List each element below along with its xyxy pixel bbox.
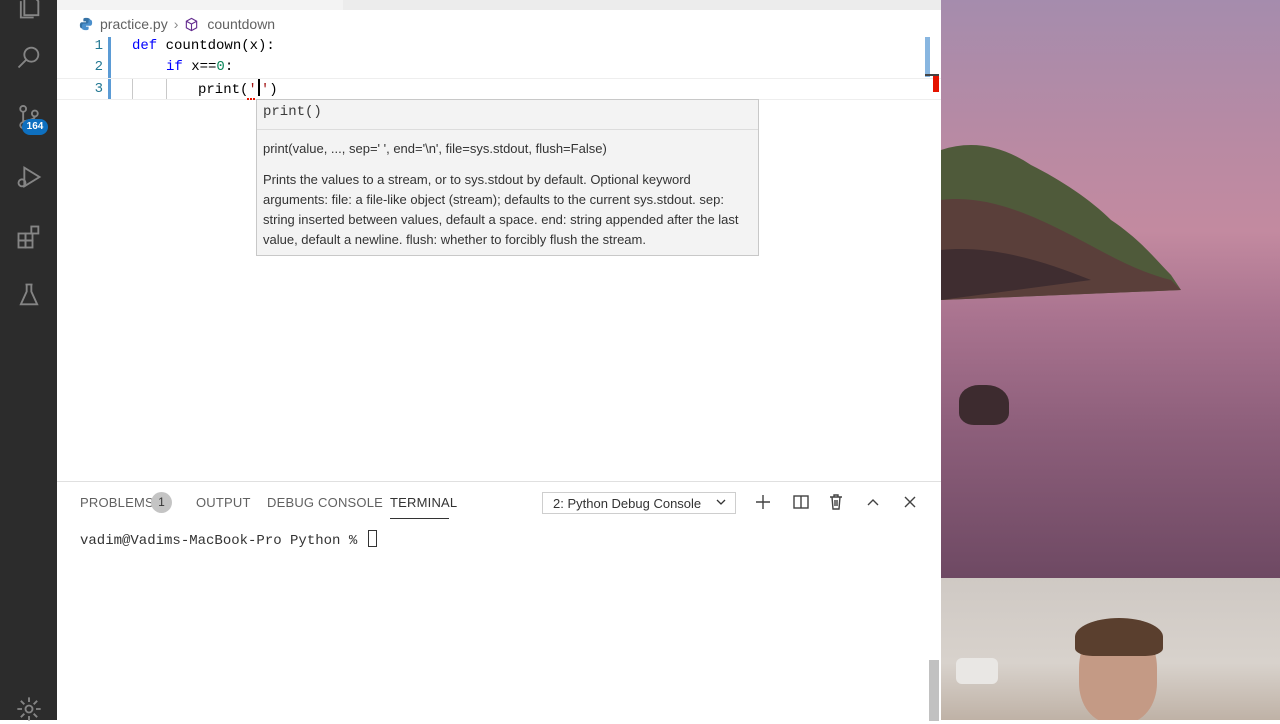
terminal-cursor <box>367 530 377 547</box>
plus-icon <box>756 495 770 509</box>
maximize-panel-button[interactable] <box>864 493 882 511</box>
error-squiggle <box>247 95 255 100</box>
symbol-method-icon <box>186 17 198 31</box>
testing-icon[interactable] <box>14 280 44 310</box>
tab-output[interactable]: OUTPUT <box>196 495 251 510</box>
presenter-hair <box>1075 618 1163 656</box>
active-tab-underline <box>390 518 449 519</box>
breadcrumb-file[interactable]: practice.py <box>100 16 168 32</box>
new-terminal-button[interactable] <box>754 493 772 511</box>
chevron-right-icon: › <box>173 16 179 32</box>
extensions-icon[interactable] <box>14 222 44 252</box>
lamp <box>956 658 998 684</box>
search-icon[interactable] <box>14 42 44 72</box>
line-number: 1 <box>94 38 103 54</box>
split-icon <box>793 495 809 509</box>
cliff-landscape <box>941 145 1181 300</box>
terminal-prompt: vadim@Vadims-MacBook-Pro Python % <box>80 533 366 549</box>
terminal-output[interactable]: vadim@Vadims-MacBook-Pro Python % <box>80 530 377 549</box>
chevron-down-icon <box>716 499 726 505</box>
chevron-up-icon <box>867 499 879 506</box>
files-icon[interactable] <box>14 0 44 22</box>
tab-debug-console[interactable]: DEBUG CONSOLE <box>267 495 383 510</box>
signature-title: print() <box>263 104 322 120</box>
panel-tabs: PROBLEMS 1 OUTPUT DEBUG CONSOLE TERMINAL… <box>57 482 941 522</box>
close-panel-button[interactable] <box>901 493 919 511</box>
activity-bar: 164 <box>0 0 57 721</box>
signature-full: print(value, ..., sep=' ', end='\n', fil… <box>263 141 607 156</box>
text-cursor <box>257 79 260 96</box>
desktop-wallpaper <box>941 0 1280 578</box>
rock <box>959 385 1009 425</box>
code-text: print(' ') <box>198 79 278 100</box>
panel-scrollbar[interactable] <box>929 660 939 721</box>
bottom-panel: PROBLEMS 1 OUTPUT DEBUG CONSOLE TERMINAL… <box>57 481 941 721</box>
indent-guide <box>166 79 167 99</box>
scm-badge: 164 <box>22 119 48 135</box>
code-text: if x==0: <box>166 59 234 75</box>
scroll-indicator[interactable] <box>925 37 930 77</box>
code-text: def countdown(x): <box>132 38 275 54</box>
tab-problems[interactable]: PROBLEMS <box>80 495 154 510</box>
error-marker <box>933 76 939 92</box>
signature-help-popup: print() print(value, ..., sep=' ', end='… <box>256 99 759 256</box>
problems-count-badge: 1 <box>151 492 172 513</box>
trash-icon <box>830 494 842 510</box>
code-line[interactable]: 2 if x==0: <box>57 57 941 77</box>
breadcrumb-symbol[interactable]: countdown <box>207 16 275 32</box>
tab-terminal[interactable]: TERMINAL <box>390 495 457 510</box>
divider <box>257 129 758 130</box>
split-terminal-button[interactable] <box>792 493 810 511</box>
line-number: 3 <box>94 81 103 97</box>
indent-guide <box>132 79 133 99</box>
close-icon <box>904 496 916 508</box>
editor[interactable]: practice.py › countdown 1 def countdown(… <box>57 0 941 481</box>
breadcrumb: practice.py › countdown <box>79 14 275 34</box>
current-code-line[interactable]: 3 print(' ') <box>57 78 941 100</box>
run-debug-icon[interactable] <box>14 162 44 192</box>
code-line[interactable]: 1 def countdown(x): <box>57 36 941 56</box>
python-icon <box>79 17 93 31</box>
line-number: 2 <box>94 59 103 75</box>
terminal-select[interactable]: 2: Python Debug Console <box>542 492 736 514</box>
signature-documentation: Prints the values to a stream, or to sys… <box>263 172 739 247</box>
terminal-select-value: 2: Python Debug Console <box>553 496 702 511</box>
tab-strip <box>57 0 941 10</box>
webcam-overlay <box>941 578 1280 720</box>
kill-terminal-button[interactable] <box>827 493 845 511</box>
